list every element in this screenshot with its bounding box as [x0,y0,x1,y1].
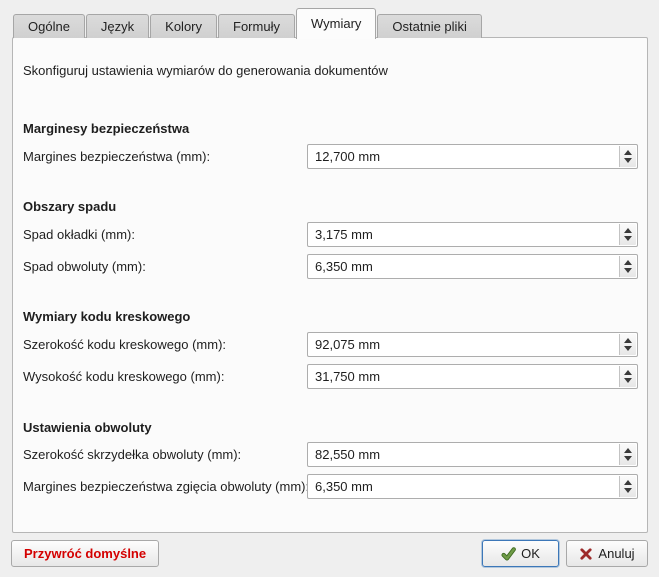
spin-up-icon[interactable] [624,260,632,265]
spinner-buttons[interactable] [619,334,636,355]
page-description: Skonfiguruj ustawienia wymiarów do gener… [23,63,388,78]
field-label-szerokosc-kodu: Szerokość kodu kreskowego (mm): [23,332,226,357]
spinbox-value[interactable]: 92,075 mm [315,333,615,356]
spinbox-value[interactable]: 3,175 mm [315,223,615,246]
spin-up-icon[interactable] [624,480,632,485]
spinbox-value[interactable]: 82,550 mm [315,443,615,466]
tab-ostatnie-pliki[interactable]: Ostatnie pliki [377,14,481,38]
field-label-szerokosc-skrzydelka: Szerokość skrzydełka obwoluty (mm): [23,442,241,467]
dialog-buttons: OK Anuluj [482,540,648,567]
restore-defaults-button[interactable]: Przywróć domyślne [11,540,159,567]
ok-button[interactable]: OK [482,540,559,567]
tab-bar: Ogólne Język Kolory Formuły Wymiary Osta… [13,8,483,38]
tab-wymiary[interactable]: Wymiary [296,8,376,39]
spinner-buttons[interactable] [619,476,636,497]
ok-check-icon [501,546,516,561]
spin-down-icon[interactable] [624,158,632,163]
spinner-buttons[interactable] [619,146,636,167]
spinner-buttons[interactable] [619,256,636,277]
spin-down-icon[interactable] [624,236,632,241]
spinbox-spad-obwoluty[interactable]: 6,350 mm [307,254,638,279]
tab-jezyk[interactable]: Język [86,14,149,38]
spin-down-icon[interactable] [624,378,632,383]
preferences-dialog: Ogólne Język Kolory Formuły Wymiary Osta… [0,0,659,577]
field-label-spad-okladki: Spad okładki (mm): [23,222,135,247]
spinbox-value[interactable]: 31,750 mm [315,365,615,388]
spin-down-icon[interactable] [624,456,632,461]
tab-ogolne[interactable]: Ogólne [13,14,85,38]
spin-down-icon[interactable] [624,488,632,493]
field-label-wysokosc-kodu: Wysokość kodu kreskowego (mm): [23,364,224,389]
spin-down-icon[interactable] [624,268,632,273]
cancel-x-icon [579,547,593,561]
spin-up-icon[interactable] [624,370,632,375]
ok-button-label: OK [521,546,540,561]
field-label-margines-zgiecia: Margines bezpieczeństwa zgięcia obwoluty… [23,474,309,499]
spinbox-value[interactable]: 12,700 mm [315,145,615,168]
spinbox-szerokosc-skrzydelka[interactable]: 82,550 mm [307,442,638,467]
spinbox-margines-bezpieczenstwa[interactable]: 12,700 mm [307,144,638,169]
spinbox-wysokosc-kodu[interactable]: 31,750 mm [307,364,638,389]
spinbox-value[interactable]: 6,350 mm [315,255,615,278]
section-title-wymiary-kodu: Wymiary kodu kreskowego [23,309,190,324]
spinbox-margines-zgiecia[interactable]: 6,350 mm [307,474,638,499]
spinbox-szerokosc-kodu[interactable]: 92,075 mm [307,332,638,357]
field-label-spad-obwoluty: Spad obwoluty (mm): [23,254,146,279]
spinbox-value[interactable]: 6,350 mm [315,475,615,498]
cancel-button-label: Anuluj [598,546,634,561]
spin-up-icon[interactable] [624,338,632,343]
spinner-buttons[interactable] [619,224,636,245]
spinbox-spad-okladki[interactable]: 3,175 mm [307,222,638,247]
spinner-buttons[interactable] [619,366,636,387]
tab-formuly[interactable]: Formuły [218,14,295,38]
section-title-marginesy: Marginesy bezpieczeństwa [23,121,189,136]
section-title-obszary-spadu: Obszary spadu [23,199,116,214]
tab-kolory[interactable]: Kolory [150,14,217,38]
tab-page-wymiary: Skonfiguruj ustawienia wymiarów do gener… [12,37,648,533]
cancel-button[interactable]: Anuluj [566,540,648,567]
spin-down-icon[interactable] [624,346,632,351]
section-title-ustawienia-obwoluty: Ustawienia obwoluty [23,420,152,435]
spin-up-icon[interactable] [624,228,632,233]
spin-up-icon[interactable] [624,448,632,453]
spinner-buttons[interactable] [619,444,636,465]
field-label-margines-bezpieczenstwa: Margines bezpieczeństwa (mm): [23,144,210,169]
spin-up-icon[interactable] [624,150,632,155]
